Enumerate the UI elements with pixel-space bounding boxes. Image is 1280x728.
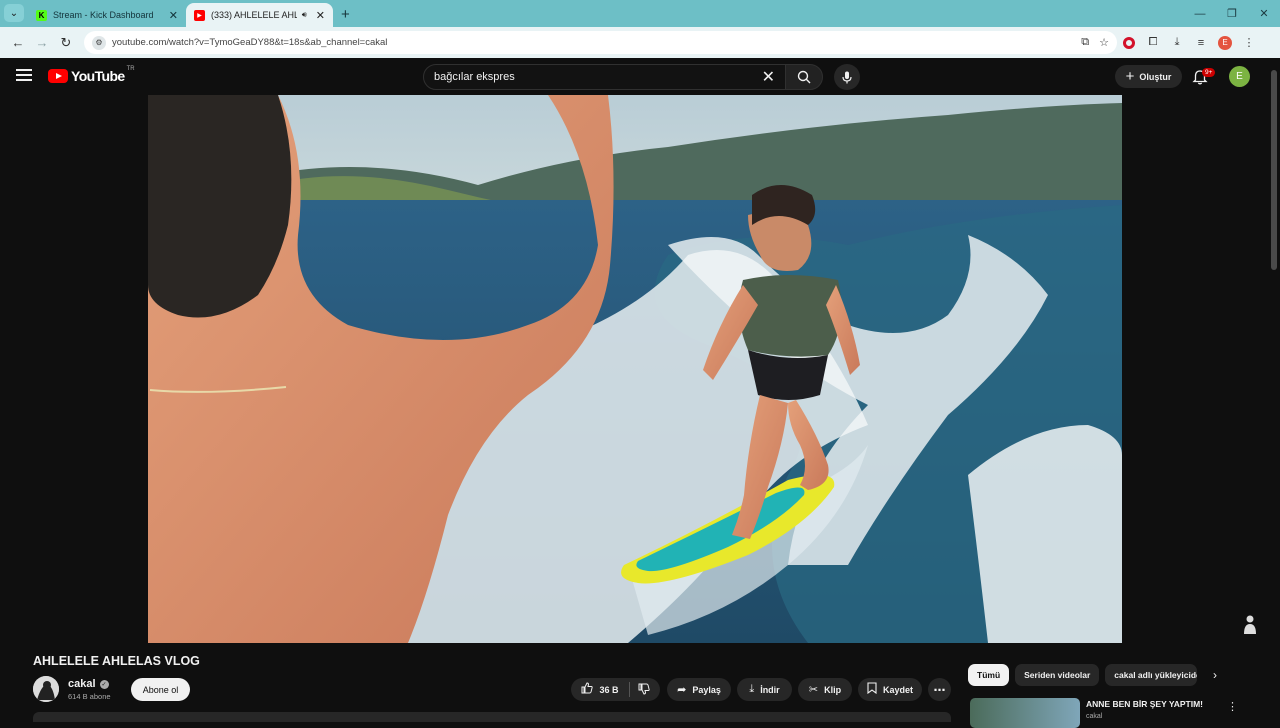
search-button[interactable]	[785, 64, 823, 90]
browser-tab-kick[interactable]: K Stream - Kick Dashboard ✕	[28, 3, 186, 27]
share-arrow-icon: ➦	[677, 684, 687, 696]
clip-button[interactable]: ✂ Klip	[798, 678, 852, 701]
menu-kebab-icon[interactable]: ⋮	[1237, 31, 1261, 55]
extensions-puzzle-icon[interactable]: ⧠	[1141, 31, 1165, 55]
like-dislike-group: 36 B	[571, 678, 660, 701]
page-scrollbar[interactable]	[1271, 70, 1277, 270]
save-button[interactable]: Kaydet	[858, 678, 922, 701]
clear-search-icon[interactable]: ✕	[762, 67, 775, 87]
divider	[628, 682, 630, 697]
chip-uploader-videos[interactable]: cakal adlı yükleyiciden	[1105, 664, 1198, 686]
tab-title: Stream - Kick Dashboard	[53, 10, 154, 20]
search-query[interactable]: bağcılar ekspres	[434, 71, 762, 83]
chip-series-videos[interactable]: Seriden videolar	[1015, 664, 1100, 686]
tab-title: (333) AHLELELE AHLELAS V	[211, 10, 297, 20]
thumbs-up-icon	[581, 682, 594, 697]
close-window-icon[interactable]: ✕	[1248, 0, 1280, 27]
more-actions-button[interactable]: ⋯	[928, 678, 951, 701]
kick-favicon-icon: K	[36, 9, 47, 21]
thumbs-down-icon	[638, 683, 650, 695]
youtube-logo[interactable]: YouTube TR	[48, 66, 135, 84]
address-bar[interactable]: ⚙ youtube.com/watch?v=TymoGeaDY88&t=18s&…	[84, 31, 1117, 54]
download-button[interactable]: ⤓ İndir	[737, 678, 792, 701]
create-button[interactable]: + Oluştur	[1115, 65, 1182, 88]
more-horizontal-icon: ⋯	[933, 682, 946, 697]
close-icon[interactable]: ✕	[316, 9, 325, 22]
search-icon	[797, 70, 811, 84]
hamburger-menu-icon[interactable]	[16, 69, 32, 81]
dislike-button[interactable]	[638, 683, 650, 697]
search-input[interactable]: bağcılar ekspres ✕	[423, 64, 786, 90]
browser-toolbar: ← → ↻ ⚙ youtube.com/watch?v=TymoGeaDY88&…	[0, 27, 1280, 58]
youtube-favicon-icon: ▶	[194, 9, 205, 21]
back-icon[interactable]: ←	[6, 31, 30, 55]
account-avatar[interactable]: E	[1229, 66, 1250, 87]
subscribe-button[interactable]: Abone ol	[131, 678, 190, 701]
close-icon[interactable]: ✕	[169, 9, 178, 22]
notification-count-badge: 9+	[1202, 68, 1216, 77]
profile-avatar-icon[interactable]: E	[1213, 31, 1237, 55]
recommendation-title[interactable]: ANNE BEN BİR ŞEY YAPTIM!	[1086, 699, 1203, 709]
channel-name[interactable]: cakal ✓	[68, 678, 109, 690]
new-tab-button[interactable]: +	[341, 6, 350, 23]
minimize-icon[interactable]: —	[1184, 0, 1216, 27]
subscriber-count: 614 B abone	[68, 692, 111, 701]
download-icon: ⤓	[749, 683, 755, 695]
url-text[interactable]: youtube.com/watch?v=TymoGeaDY88&t=18s&ab…	[112, 37, 1071, 48]
video-player[interactable]	[148, 95, 1122, 643]
browser-tab-youtube[interactable]: ▶ (333) AHLELELE AHLELAS V 🔊︎ ✕	[186, 3, 333, 27]
chip-all[interactable]: Tümü	[968, 664, 1010, 686]
speaker-icon[interactable]: 🔊︎	[302, 10, 307, 20]
description-box[interactable]	[33, 712, 951, 722]
avatar-figure-icon[interactable]	[1241, 614, 1259, 636]
channel-avatar[interactable]	[33, 676, 59, 702]
voice-search-button[interactable]	[834, 64, 860, 90]
plus-icon: +	[1125, 68, 1135, 85]
open-in-app-icon[interactable]: ⧉	[1081, 36, 1089, 49]
scissors-icon: ✂	[808, 684, 819, 696]
forward-icon[interactable]: →	[30, 31, 54, 55]
microphone-icon	[842, 71, 852, 83]
browser-tab-strip: ⌄ K Stream - Kick Dashboard ✕ ▶ (333) AH…	[0, 0, 1280, 27]
kebab-menu-icon[interactable]: ⋮	[1227, 700, 1238, 713]
recommendation-chips: Tümü Seriden videolar cakal adlı yükleyi…	[968, 664, 1198, 686]
recommendation-thumbnail[interactable]	[970, 698, 1080, 728]
site-info-icon[interactable]: ⚙	[92, 35, 106, 50]
video-frame	[148, 95, 1122, 643]
restore-icon[interactable]: ❐	[1216, 0, 1248, 27]
video-title: AHLELELE AHLELAS VLOG	[33, 654, 200, 668]
downloads-icon[interactable]: ⤓	[1165, 31, 1189, 55]
media-controls-icon[interactable]: ≡	[1189, 31, 1213, 55]
share-button[interactable]: ➦ Paylaş	[667, 678, 731, 701]
youtube-masthead: YouTube TR bağcılar ekspres ✕ + Oluştur …	[0, 58, 1280, 96]
verified-check-icon: ✓	[99, 679, 109, 689]
opera-extension-icon[interactable]	[1117, 31, 1141, 55]
chevron-down-icon: ⌄	[9, 7, 19, 19]
chevron-right-icon[interactable]: ›	[1213, 668, 1217, 682]
youtube-play-icon	[48, 69, 68, 83]
tab-search-button[interactable]: ⌄	[4, 4, 24, 22]
recommendation-channel[interactable]: cakal	[1086, 713, 1102, 720]
like-button[interactable]: 36 B	[581, 682, 619, 697]
reload-icon[interactable]: ↻	[54, 31, 78, 55]
window-controls: — ❐ ✕	[1184, 0, 1280, 27]
bookmark-icon	[867, 682, 877, 697]
bookmark-star-icon[interactable]: ☆	[1099, 36, 1109, 49]
